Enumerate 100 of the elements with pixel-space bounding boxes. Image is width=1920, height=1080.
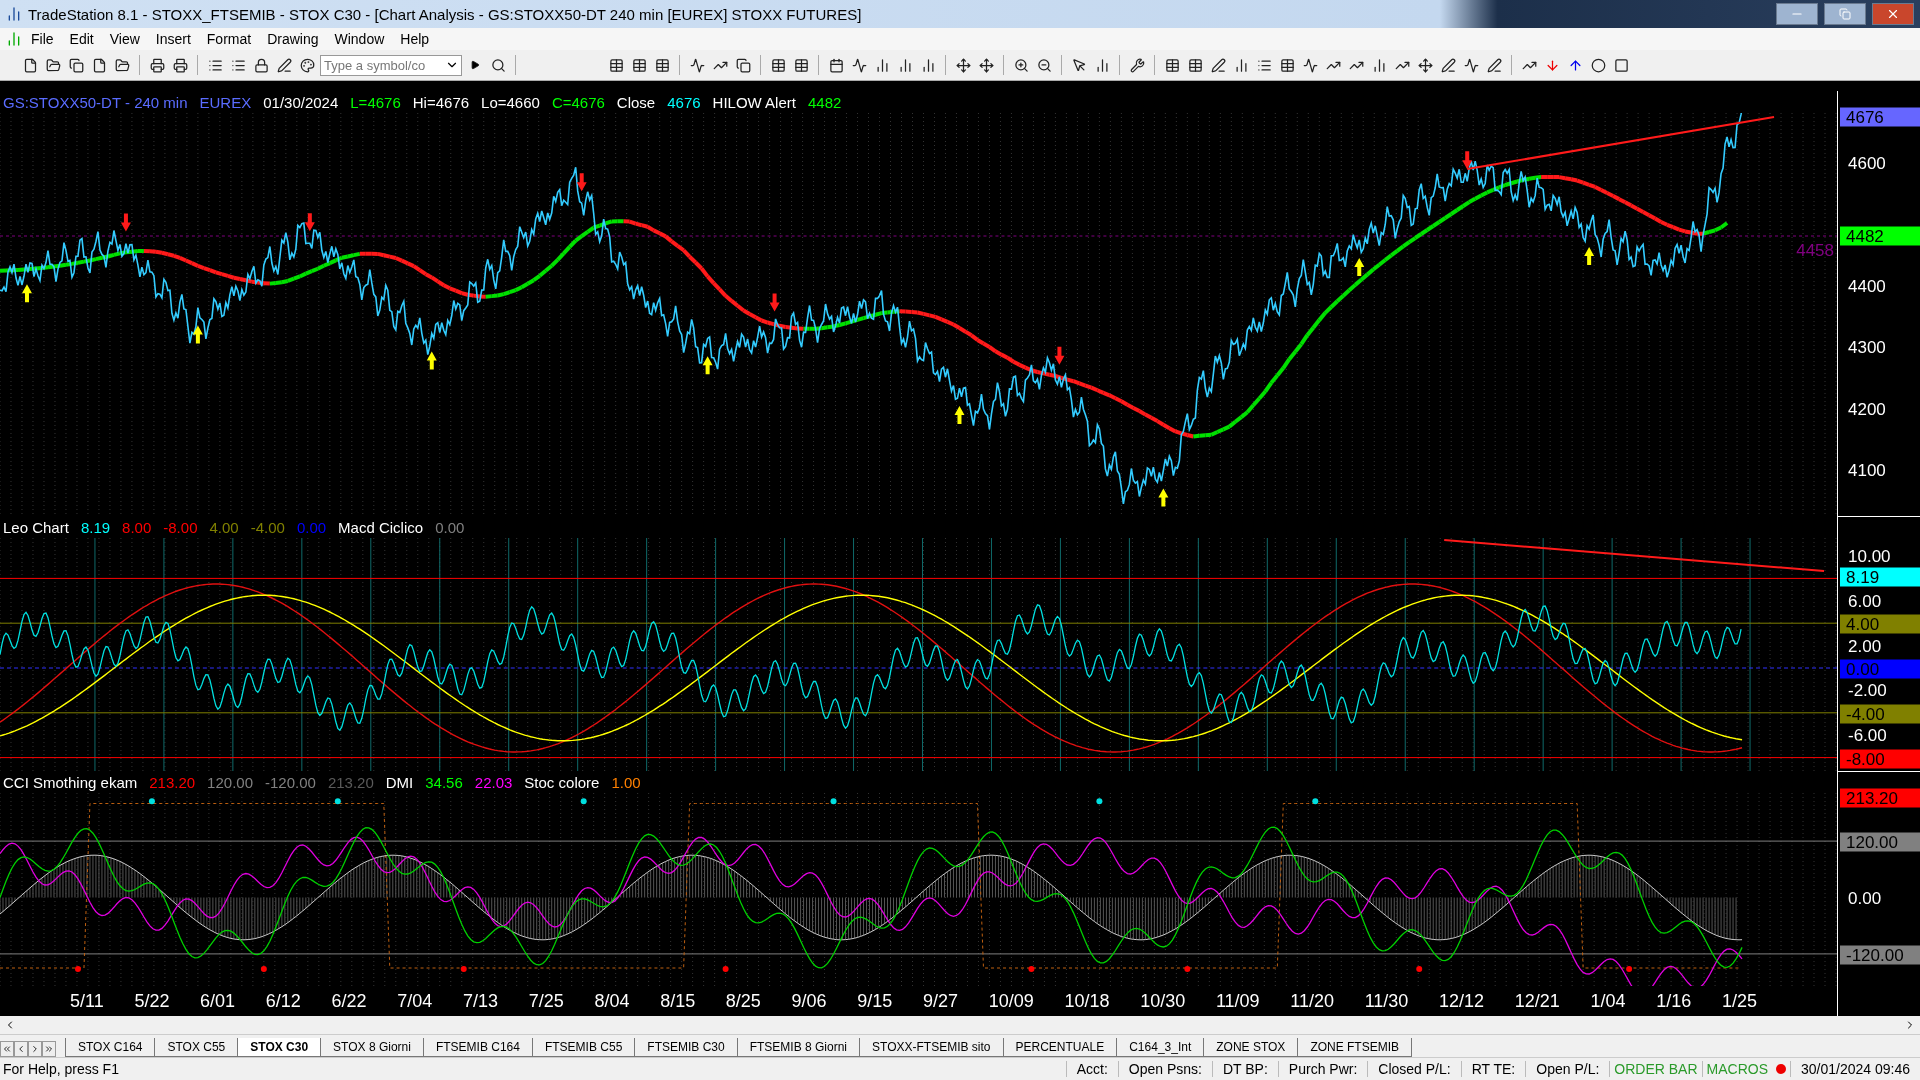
menu-item[interactable]: File	[24, 31, 61, 47]
legend-text: 4.00	[209, 518, 239, 536]
date-label: 8/15	[660, 990, 696, 1012]
help-text: For Help, press F1	[2, 1061, 120, 1077]
legend-text: -4.00	[250, 518, 285, 536]
menu-item[interactable]: Drawing	[260, 31, 326, 47]
toolbar-icon	[149, 57, 165, 73]
app-icon	[6, 31, 22, 47]
last-tab-button[interactable]	[42, 1041, 56, 1057]
date-label: 11/09	[1215, 990, 1260, 1012]
toolbar-icon	[1094, 57, 1110, 73]
date-label: 7/25	[528, 990, 564, 1012]
signal-dot	[1096, 798, 1103, 805]
toolbar-icon	[68, 57, 84, 73]
status-field: Purch Pwr:	[1277, 1061, 1368, 1077]
up-arrow-icon	[702, 356, 713, 375]
level-label: 4458	[1796, 241, 1834, 262]
toolbar-icon	[735, 57, 751, 73]
legend-text: -8.00	[163, 518, 198, 536]
legend-text: Leo Chart	[3, 518, 69, 536]
toolbar-icon	[253, 57, 269, 73]
up-arrow-icon	[954, 406, 965, 425]
date-label: 6/01	[200, 990, 236, 1012]
workspace-tab[interactable]: STOX C30	[237, 1038, 322, 1057]
toolbar-icon	[1463, 57, 1479, 73]
menu-item[interactable]: View	[102, 31, 147, 47]
toolbar-icon	[45, 57, 61, 73]
toolbar-icon	[689, 57, 705, 73]
workspace-tab[interactable]: ZONE FTSEMIB	[1297, 1038, 1413, 1057]
toolbar-icon	[172, 57, 188, 73]
toolbar-icon	[851, 57, 867, 73]
date-label: 6/12	[265, 990, 301, 1012]
value-label: 4.00	[1840, 614, 1920, 634]
legend-text: -120.00	[265, 773, 316, 791]
legend-text: 120.00	[207, 773, 253, 791]
app-icon	[6, 6, 22, 22]
down-arrow-icon	[769, 293, 780, 312]
status-field: Open Psns:	[1117, 1061, 1212, 1077]
toolbar-icon	[1036, 57, 1052, 73]
ellipse-icon	[1590, 57, 1606, 73]
signal-dot	[830, 798, 837, 805]
next-tab-button[interactable]	[28, 1041, 42, 1057]
status-field: DT BP:	[1211, 1061, 1278, 1077]
axis-label: -6.00	[1848, 726, 1887, 747]
legend-text: 4482	[807, 93, 842, 111]
signal-dot	[580, 798, 587, 805]
down-arrow-icon	[120, 213, 131, 232]
menu-item[interactable]: Window	[327, 31, 392, 47]
toolbar-icon	[1486, 57, 1502, 73]
toolbar-icon	[1371, 57, 1387, 73]
toolbar-icon	[1164, 57, 1180, 73]
toolbar-icon	[230, 57, 246, 73]
toolbar-icon	[1071, 57, 1087, 73]
signal-dot	[148, 798, 155, 805]
toolbar-icon	[608, 57, 624, 73]
value-label: 213.20	[1840, 788, 1920, 808]
menu-item[interactable]: Insert	[148, 31, 198, 47]
legend-text: 4676	[667, 93, 701, 111]
date-label: 8/04	[594, 990, 630, 1012]
axis-label: 0.00	[1848, 888, 1882, 909]
value-label: -120.00	[1840, 945, 1920, 965]
legend-text: EUREX	[199, 93, 252, 111]
toolbar-icon	[1013, 57, 1029, 73]
axis-label: 6.00	[1848, 591, 1882, 612]
previous-tab-button[interactable]	[14, 1041, 28, 1057]
legend-text: 8.19	[80, 518, 111, 536]
date-label: 10/09	[988, 990, 1034, 1012]
toolbar-icon	[631, 57, 647, 73]
legend-text: GS:STOXX50-DT - 240 min	[3, 93, 188, 111]
legend-text: 8.00	[122, 518, 152, 536]
date-label: 9/06	[791, 990, 827, 1012]
date-label: 9/15	[857, 990, 893, 1012]
menu-item[interactable]: Help	[393, 31, 437, 47]
first-tab-button[interactable]	[0, 1041, 14, 1057]
menu-item[interactable]: Format	[199, 31, 259, 47]
workspace-tab[interactable]: STOX C164	[65, 1038, 156, 1057]
value-label: 4482	[1840, 226, 1920, 246]
date-label: 10/18	[1064, 990, 1110, 1012]
value-label: 4676	[1840, 107, 1920, 127]
toolbar-icon	[299, 57, 315, 73]
axis-label: 4400	[1848, 276, 1886, 297]
date-label: 5/22	[134, 990, 170, 1012]
first-icon	[2, 1044, 12, 1054]
toolbar-icon	[978, 57, 994, 73]
toolbar-icon	[654, 57, 670, 73]
play-icon	[470, 60, 480, 70]
date-label: 1/25	[1721, 990, 1757, 1012]
symbol-field[interactable]: Type a symbol/co	[320, 54, 462, 76]
signal-dot	[260, 965, 267, 972]
legend-text: CCI Smothing ekam	[3, 773, 138, 791]
toolbar-icon	[920, 57, 936, 73]
toolbar-icon	[770, 57, 786, 73]
previous-icon	[16, 1044, 26, 1054]
legend-text: Hi=4676	[412, 93, 470, 111]
restore-button[interactable]	[1824, 3, 1866, 25]
toolbar-icon	[897, 57, 913, 73]
down-arrow-icon	[1462, 151, 1473, 170]
status-field: Acct:	[1065, 1061, 1118, 1077]
menu-item[interactable]: Edit	[62, 31, 101, 47]
last-icon	[44, 1044, 54, 1054]
